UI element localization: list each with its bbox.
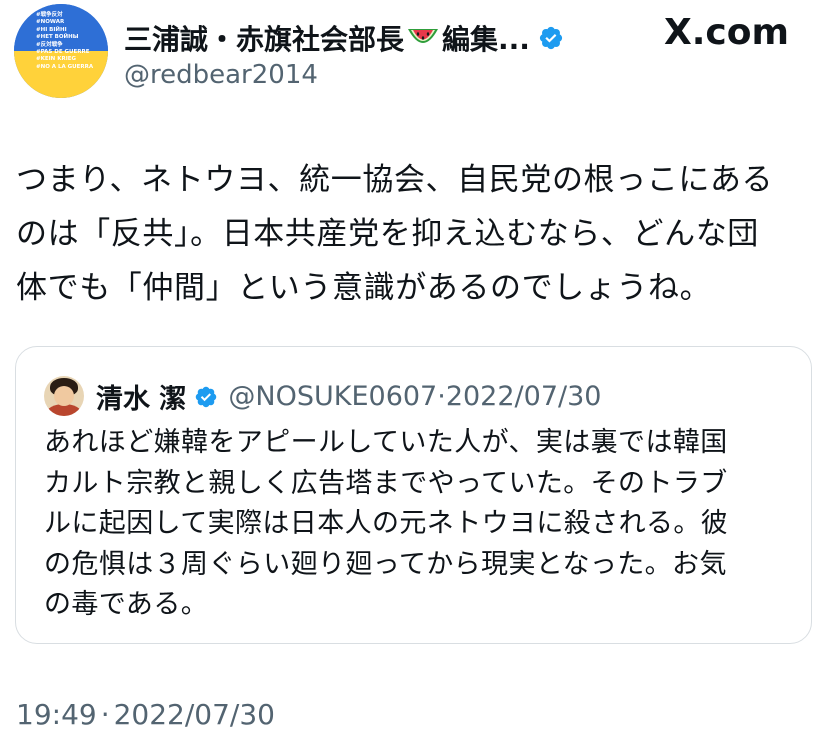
- quoted-tweet-line: あれほど嫌韓をアピールしていた人が、実は裏では韓国: [44, 427, 728, 458]
- author-name-suffix: 編集...: [442, 23, 530, 56]
- quoted-author-avatar[interactable]: [44, 376, 84, 416]
- quoted-tweet-header: 清水 潔 @NOSUKE0607 · 2022/07/30: [96, 377, 601, 416]
- avatar-line: #NOWAR: [36, 19, 65, 26]
- quoted-author-name[interactable]: 清水 潔: [96, 377, 186, 416]
- avatar-line: #KEIN KRIEG: [36, 56, 77, 63]
- quoted-tweet-date[interactable]: 2022/07/30: [446, 381, 602, 412]
- source-brand-text: X.com: [664, 12, 790, 53]
- avatar-line: #PAS DE GUERRE: [36, 48, 90, 55]
- tweet-time: 19:49: [16, 698, 97, 731]
- avatar-line: #НЕТ ВОЙНЫ: [36, 34, 79, 41]
- author-handle[interactable]: @redbear2014: [124, 60, 318, 90]
- quoted-tweet[interactable]: 清水 潔 @NOSUKE0607 · 2022/07/30 あれほど嫌韓をアピー…: [15, 346, 812, 644]
- source-brand: X.com: [664, 12, 789, 53]
- quoted-tweet-text: あれほど嫌韓をアピールしていた人が、実は裏では韓国 カルト宗教と親しく広告塔まで…: [44, 423, 804, 626]
- verified-badge-icon: [539, 26, 563, 50]
- quoted-tweet-meta: @NOSUKE0607 · 2022/07/30: [228, 381, 601, 412]
- avatar-line: #反対戦争: [36, 41, 63, 48]
- quoted-tweet-line: の毒である。: [44, 589, 209, 620]
- tweet-line: 体でも「仲間」という意識があるのでしょうね。: [16, 270, 712, 306]
- quoted-tweet-line: カルト宗教と親しく広告塔までやっていた。そのトラブ: [44, 467, 728, 499]
- author-avatar[interactable]: #戦争反対 #NOWAR #НІ ВІЙНІ #НЕТ ВОЙНЫ #反対戦争 …: [14, 4, 108, 98]
- tweet-date: 2022/07/30: [113, 698, 275, 731]
- tweet-line: のは「反共」。日本共産党を抑え込むなら、どんな団: [16, 216, 759, 252]
- quoted-tweet-line: の危惧は３周ぐらい廻り廻ってから現実となった。お気: [44, 548, 727, 580]
- meta-separator: ·: [437, 381, 446, 412]
- tweet-timestamp[interactable]: 19:49 · 2022/07/30: [16, 698, 275, 731]
- meta-separator: ·: [100, 698, 110, 731]
- quoted-author-handle[interactable]: @NOSUKE0607: [228, 381, 437, 412]
- author-name-prefix: 三浦誠・赤旗社会部長: [124, 23, 405, 56]
- avatar-line: #NO A LA GUERRA: [36, 63, 94, 70]
- tweet-line: つまり、ネトウヨ、統一協会、自民党の根っこにある: [16, 162, 774, 198]
- quoted-tweet-line: ルに起因して実際は日本人の元ネトウヨに殺される。彼: [44, 508, 729, 539]
- verified-badge-icon: [196, 386, 217, 407]
- tweet-text: つまり、ネトウヨ、統一協会、自民党の根っこにある のは「反共」。日本共産党を抑え…: [16, 153, 816, 315]
- author-name[interactable]: 三浦誠・赤旗社会部長 編集...: [124, 18, 564, 58]
- avatar-text: #戦争反対 #NOWAR #НІ ВІЙНІ #НЕТ ВОЙНЫ #反対戦争 …: [36, 12, 93, 71]
- avatar-face-shape: [54, 386, 74, 406]
- avatar-line: #戦争反対: [36, 12, 63, 18]
- watermelon-icon: [408, 29, 439, 43]
